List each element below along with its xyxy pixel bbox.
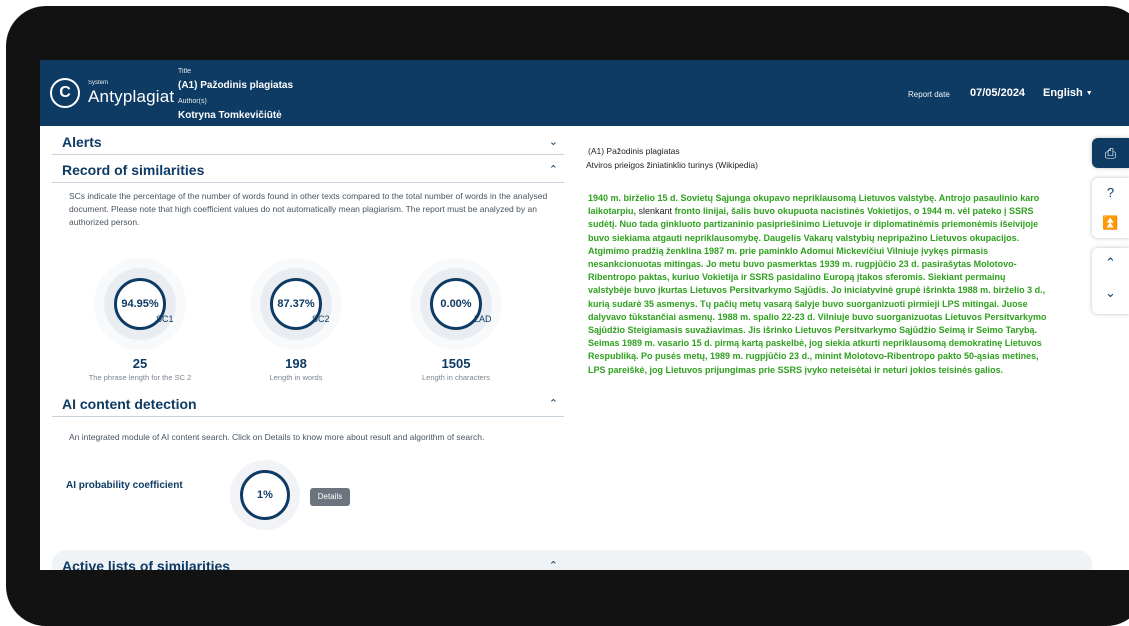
sc2-value: 87.37%: [277, 298, 315, 310]
chevron-down-icon: ⌄: [548, 136, 558, 148]
brand-system-label: System: [88, 80, 109, 86]
ai-description: An integrated module of AI content searc…: [69, 432, 485, 442]
device: C System Antyplagiat Title (A1) Pažodini…: [0, 0, 1129, 626]
document-source: Atviros prieigos žiniatinklio turinys (W…: [586, 160, 758, 170]
report-date-value: 07/05/2024: [970, 87, 1026, 99]
report-date-label: Report date: [908, 90, 950, 99]
length-words-value: 198: [285, 356, 307, 371]
ai-probability-gauge: 1%: [240, 470, 290, 520]
ai-probability-value: 1%: [257, 489, 273, 501]
match-navigation: ⌃ ⌄: [1092, 248, 1129, 314]
brand-name: Antyplagiat: [88, 87, 175, 106]
match-text-5[interactable]: Po pusės metų, 1989 m. rugpjūčio 23 d., …: [588, 351, 1039, 374]
ai-section-header[interactable]: AI content detection ⌃: [52, 390, 564, 417]
caret-down-icon: ▼: [1085, 90, 1093, 97]
record-title: Record of similarities: [62, 162, 205, 178]
chevron-down-icon[interactable]: ⌄: [1092, 278, 1129, 308]
alerts-section-header[interactable]: Alerts ⌄: [52, 128, 564, 155]
language-dropdown[interactable]: English ▼: [1043, 87, 1093, 99]
plain-text-1: slenkant: [638, 206, 675, 217]
alerts-title: Alerts: [62, 134, 102, 150]
help-toolbar: ? ⏫: [1092, 178, 1129, 238]
phrase-length-label: The phrase length for the SC 2: [88, 373, 192, 382]
record-description: SCs indicate the percentage of the numbe…: [69, 191, 548, 227]
author-label: Author(s): [178, 98, 207, 105]
lad-value: 0.00%: [440, 298, 472, 310]
report-screen: C System Antyplagiat Title (A1) Pažodini…: [40, 60, 1129, 570]
length-chars-value: 1505: [441, 356, 471, 371]
phrase-length-value: 25: [132, 356, 148, 371]
report-header: C System Antyplagiat Title (A1) Pažodini…: [40, 60, 1129, 126]
document-text: 1940 m. birželio 15 d. Sovietų Sąjunga o…: [588, 192, 1050, 377]
chevron-up-icon: ⌃: [548, 398, 558, 410]
record-section-header[interactable]: Record of similarities ⌃: [52, 156, 564, 183]
printer-icon: ⎙: [1104, 145, 1117, 161]
print-button[interactable]: ⎙: [1092, 138, 1129, 168]
author-name: Kotryna Tomkevičiūtė: [178, 110, 282, 121]
language-label: English: [1043, 87, 1083, 99]
title-label: Title: [178, 68, 191, 75]
length-words-label: Length in words: [269, 373, 323, 382]
sc1-value: 94.95%: [121, 298, 159, 310]
left-panel: Alerts ⌄ Record of similarities ⌃ SCs in…: [52, 126, 564, 570]
details-button[interactable]: Details: [310, 488, 350, 506]
document-title: (A1) Pažodinis plagiatas: [178, 80, 294, 91]
match-text-2[interactable]: fronto linijai, šalis buvo okupuota naci…: [588, 206, 1038, 282]
active-lists-title: Active lists of similarities: [62, 558, 231, 570]
ai-probability-label: AI probability coefficient: [66, 480, 183, 491]
active-lists-section-header[interactable]: Active lists of similarities ⌃: [52, 552, 564, 570]
ai-title: AI content detection: [62, 396, 197, 412]
chevron-up-icon: ⌃: [548, 164, 558, 176]
length-chars-label: Length in characters: [422, 373, 490, 382]
chevron-up-icon[interactable]: ⌃: [1092, 248, 1129, 278]
lad-tag: LAD: [474, 314, 492, 324]
sc2-tag: SC2: [312, 314, 330, 324]
document-panel: (A1) Pažodinis plagiatas Atviros prieigo…: [586, 126, 1058, 570]
help-icon[interactable]: ?: [1092, 178, 1129, 208]
chevron-up-icon: ⌃: [548, 560, 558, 570]
sc1-tag: SC1: [156, 314, 174, 324]
double-chevron-up-icon[interactable]: ⏫: [1092, 208, 1129, 238]
document-panel-title: (A1) Pažodinis plagiatas: [588, 146, 680, 156]
antyplagiat-logo-icon: C: [50, 78, 80, 108]
